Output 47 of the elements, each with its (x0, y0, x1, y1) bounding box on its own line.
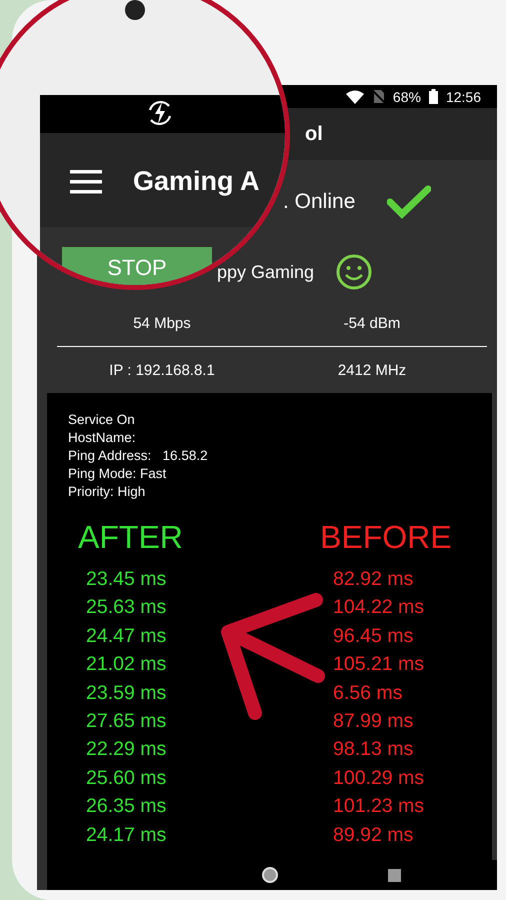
ping-time: 6.56 ms (332, 680, 404, 706)
column-heading: BEFORE (320, 518, 452, 557)
home-button[interactable] (262, 867, 278, 883)
ping-time: 101.23 ms (332, 794, 426, 820)
ping-time: 98.13 ms (332, 737, 414, 762)
info-line: Ping Mode: Fast (68, 465, 168, 483)
battery-percent: 68% (392, 88, 421, 104)
ping-time: 23.45 ms (85, 567, 168, 592)
ping-time: 21.02 ms (85, 652, 168, 678)
ping-time: 22.29 ms (85, 737, 168, 762)
clock: 12:56 (446, 88, 481, 104)
camera-lens (125, 0, 145, 20)
smiley-icon (336, 254, 372, 290)
app-title: Gaming A (133, 166, 260, 197)
ping-time: 87.99 ms (332, 709, 414, 734)
wifi-icon (346, 90, 364, 104)
battery-icon (428, 89, 438, 104)
check-icon (387, 185, 432, 219)
ping-time: 25.63 ms (85, 595, 168, 620)
ping-time: 105.21 ms (332, 652, 426, 678)
menu-icon[interactable] (70, 170, 102, 194)
info-line: Priority: High (68, 483, 146, 501)
no-sim-icon (372, 89, 385, 104)
info-line: Ping Address: 16.58.2 (68, 447, 209, 465)
info-line: Service On (68, 411, 136, 429)
gaming-status: ppy Gaming (217, 262, 314, 282)
ping-time: 96.45 ms (332, 624, 414, 649)
ping-time: 82.92 ms (332, 567, 414, 592)
stop-button[interactable]: STOP (62, 247, 212, 285)
column-heading: AFTER (78, 518, 184, 557)
stat-value: IP : 192.168.8.1 (108, 362, 216, 378)
ping-time: 24.17 ms (85, 822, 168, 848)
ping-time: 100.29 ms (332, 766, 426, 791)
stat-value: -54 dBm (342, 314, 402, 332)
toolbar-title: ol (305, 122, 323, 146)
info-line: HostName: (68, 429, 137, 447)
ping-time: 89.92 ms (332, 822, 414, 848)
recents-button[interactable] (388, 868, 401, 882)
ping-time: 25.60 ms (85, 766, 168, 791)
ping-time: 24.47 ms (85, 624, 168, 649)
ping-time: 104.22 ms (332, 595, 426, 620)
stat-value: 2412 MHz (336, 362, 408, 378)
connection-status: . Online (283, 190, 356, 214)
stat-value: 54 Mbps (132, 314, 192, 332)
ping-time: 27.65 ms (85, 709, 168, 734)
ping-time: 23.59 ms (85, 680, 168, 706)
ping-time: 26.35 ms (85, 794, 168, 820)
